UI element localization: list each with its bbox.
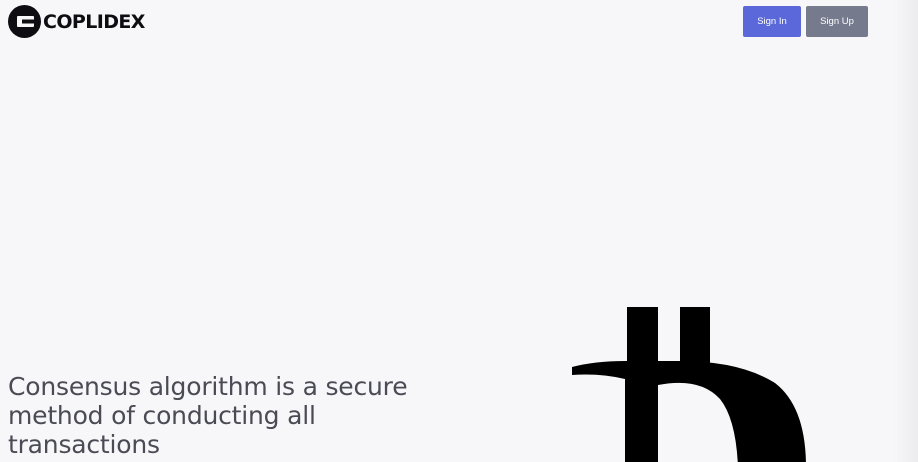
hero-heading: Consensus algorithm is a secure method o…: [8, 372, 408, 459]
sign-in-button[interactable]: Sign In: [743, 6, 801, 37]
sign-up-button[interactable]: Sign Up: [806, 6, 868, 37]
landing-page: COPLIDEX Sign In Sign Up Consensus algor…: [0, 0, 918, 462]
bitcoin-icon: [572, 307, 806, 462]
logo-link[interactable]: COPLIDEX: [8, 5, 145, 38]
coplidex-logo-icon: [8, 5, 41, 38]
logo-text: COPLIDEX: [43, 10, 145, 33]
scrollbar-shade: [894, 0, 918, 462]
